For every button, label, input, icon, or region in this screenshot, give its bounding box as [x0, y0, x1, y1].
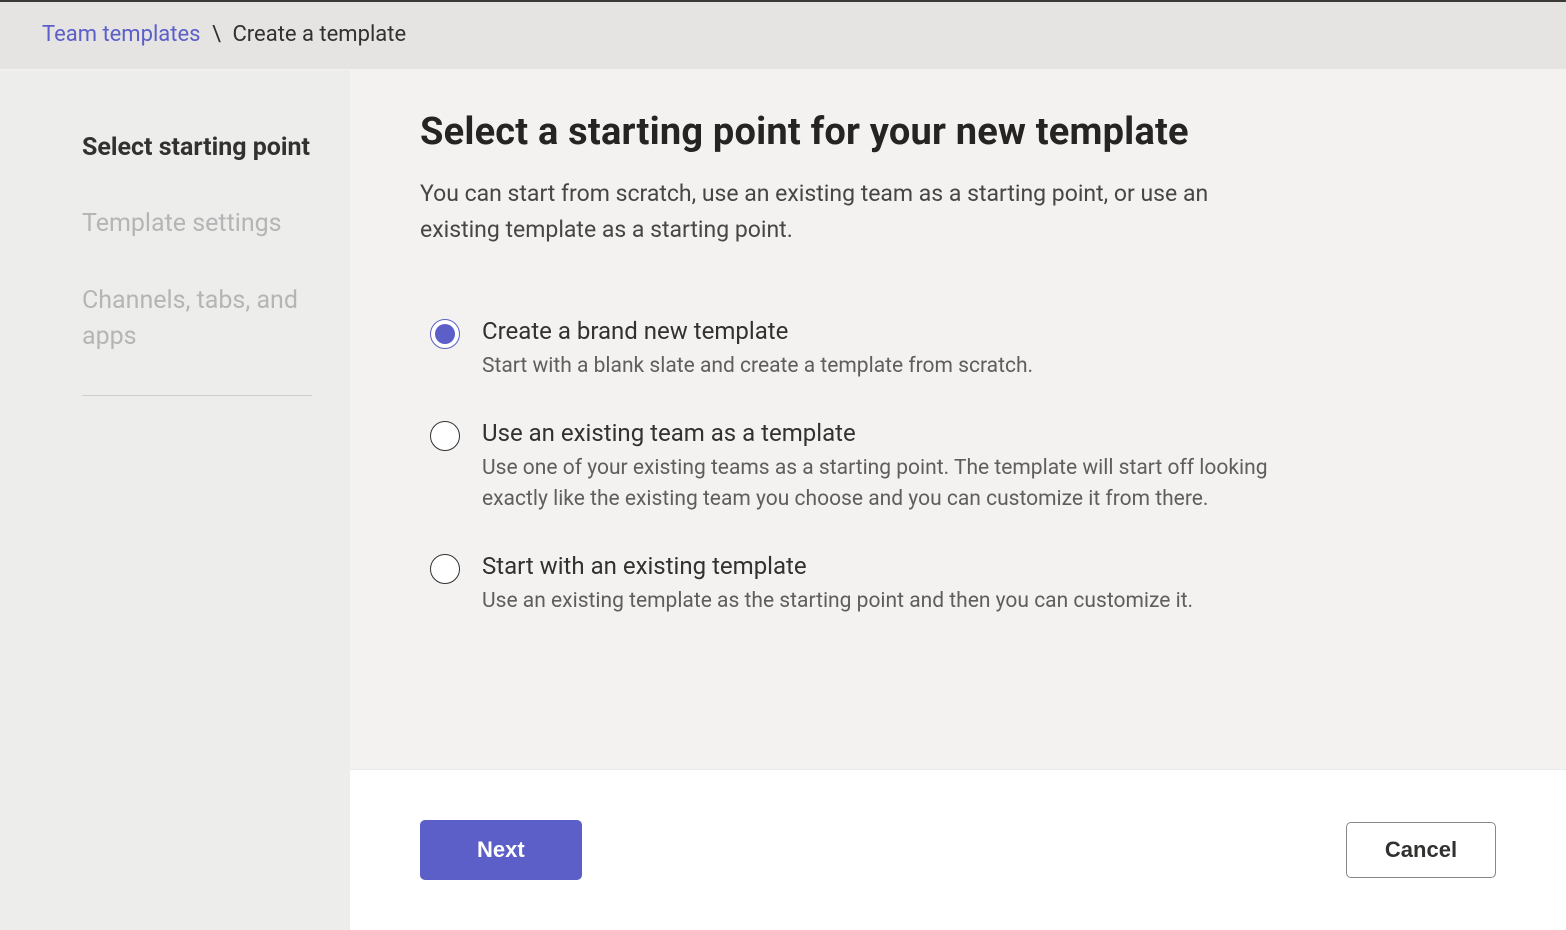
- wizard-footer: Next Cancel: [350, 769, 1566, 930]
- page-body: Select starting point Template settings …: [0, 70, 1566, 930]
- radio-icon: [430, 319, 460, 349]
- radio-icon: [430, 554, 460, 584]
- option-title: Use an existing team as a template: [482, 419, 1330, 447]
- sidebar-divider: [82, 395, 312, 396]
- option-title: Start with an existing template: [482, 552, 1330, 580]
- wizard-step-channels-tabs-apps[interactable]: Channels, tabs, and apps: [82, 283, 312, 356]
- option-start-existing-template[interactable]: Start with an existing template Use an e…: [430, 552, 1330, 618]
- breadcrumb-parent-link[interactable]: Team templates: [42, 22, 201, 47]
- option-text: Start with an existing template Use an e…: [482, 552, 1330, 618]
- cancel-button[interactable]: Cancel: [1346, 822, 1496, 878]
- option-title: Create a brand new template: [482, 317, 1330, 345]
- option-use-existing-team[interactable]: Use an existing team as a template Use o…: [430, 419, 1330, 516]
- breadcrumb-separator: \: [212, 22, 221, 47]
- wizard-steps-sidebar: Select starting point Template settings …: [0, 70, 350, 930]
- radio-icon: [430, 421, 460, 451]
- option-description: Use an existing template as the starting…: [482, 586, 1330, 618]
- option-description: Use one of your existing teams as a star…: [482, 453, 1330, 516]
- content-area: Select a starting point for your new tem…: [350, 70, 1566, 769]
- option-create-brand-new[interactable]: Create a brand new template Start with a…: [430, 317, 1330, 383]
- breadcrumb: Team templates \ Create a template: [0, 2, 1566, 70]
- option-text: Create a brand new template Start with a…: [482, 317, 1330, 383]
- wizard-step-template-settings[interactable]: Template settings: [82, 206, 312, 242]
- page-description: You can start from scratch, use an exist…: [420, 176, 1280, 247]
- page-title: Select a starting point for your new tem…: [420, 110, 1496, 154]
- main-panel: Select a starting point for your new tem…: [350, 70, 1566, 930]
- next-button[interactable]: Next: [420, 820, 582, 880]
- breadcrumb-current: Create a template: [232, 22, 406, 47]
- page-root: Team templates \ Create a template Selec…: [0, 0, 1566, 930]
- wizard-step-select-starting-point[interactable]: Select starting point: [82, 130, 312, 166]
- starting-point-options: Create a brand new template Start with a…: [420, 317, 1496, 617]
- option-text: Use an existing team as a template Use o…: [482, 419, 1330, 516]
- option-description: Start with a blank slate and create a te…: [482, 351, 1330, 383]
